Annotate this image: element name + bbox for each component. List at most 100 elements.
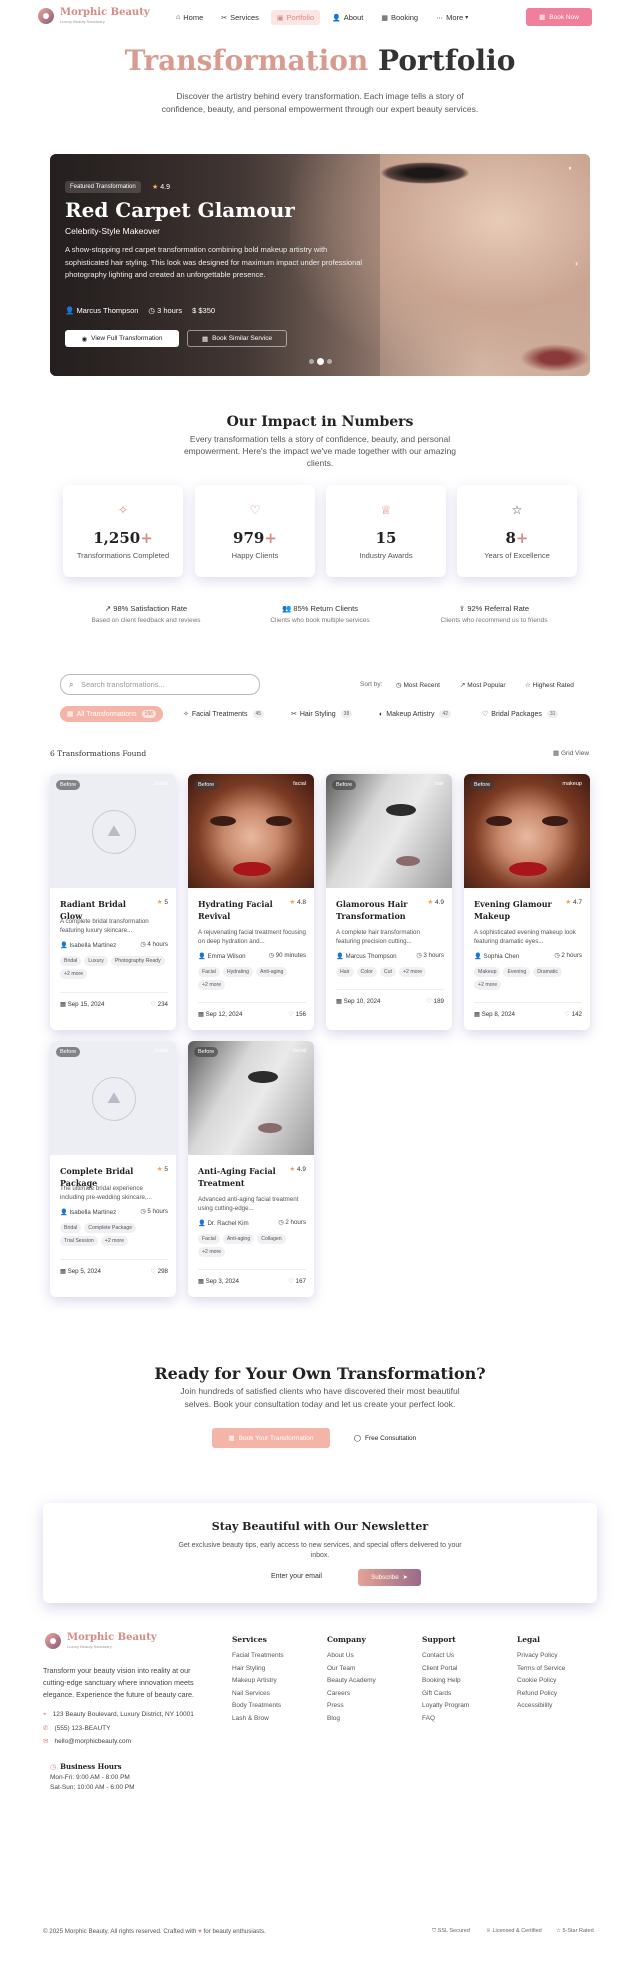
heart-icon[interactable]: ♡ [288, 1278, 294, 1285]
card-tags: Makeup Evening Dramatic +2 more [474, 967, 584, 990]
page-subtitle: Discover the artistry behind every trans… [161, 91, 479, 114]
card-rating: ★ 4.8 [289, 898, 306, 906]
footer-link[interactable]: Accessibility [517, 1702, 565, 1709]
before-badge[interactable]: Before [56, 1047, 81, 1057]
pause-icon[interactable]: ⏸ [564, 166, 576, 178]
portfolio-card[interactable]: Before facial Anti-Aging Facial Treatmen… [188, 1041, 314, 1297]
view-full-button[interactable]: ◉ View Full Transformation [65, 330, 179, 347]
filter-all[interactable]: ▦ All Transformations 156 [60, 706, 163, 722]
footer-link[interactable]: Booking Help [422, 1677, 469, 1684]
footer-link[interactable]: Press [327, 1702, 376, 1709]
before-badge[interactable]: Before [332, 780, 357, 790]
sort-most-recent[interactable]: ◷ Most Recent [396, 681, 440, 689]
filter-hair[interactable]: ✂ Hair Styling 38 [284, 706, 359, 722]
before-badge[interactable]: Before [470, 780, 495, 790]
card-image: ⛰ [50, 774, 176, 888]
consultation-label: Free Consultation [364, 1434, 417, 1442]
filter-facial[interactable]: ✧ Facial Treatments 45 [176, 706, 271, 722]
before-badge[interactable]: Before [194, 780, 219, 790]
footer-link[interactable]: Our Team [327, 1665, 376, 1672]
nav-about[interactable]: 👤 About [326, 10, 369, 25]
carousel-dot[interactable] [309, 359, 314, 364]
heart-icon[interactable]: ♡ [150, 1001, 156, 1008]
footer-link[interactable]: Refund Policy [517, 1690, 565, 1697]
filter-bridal[interactable]: ♡ Bridal Packages 31 [475, 706, 565, 722]
footer-link[interactable]: Terms of Service [517, 1665, 565, 1672]
search-input[interactable]: ⌕ Search transformations... [60, 674, 260, 695]
chip-count: 38 [340, 710, 353, 718]
before-badge[interactable]: Before [56, 780, 81, 790]
heart-icon[interactable]: ♡ [564, 1011, 570, 1018]
sort-highest-rated[interactable]: ☆ Highest Rated [525, 681, 574, 689]
impact-title: Our Impact in Numbers [226, 414, 414, 430]
footer-col-legal: Legal Privacy Policy Terms of Service Co… [517, 1635, 565, 1715]
stat-label: Years of Excellence [484, 551, 550, 560]
subscribe-button[interactable]: Subscribe ➤ [358, 1569, 421, 1586]
portfolio-card[interactable]: Before hair Glamorous Hair Transformatio… [326, 774, 452, 1030]
nav-home[interactable]: ⌂ Home [170, 10, 209, 25]
footer-email[interactable]: ✉ hello@morphicbeauty.com [43, 1737, 131, 1745]
footer-link[interactable]: Body Treatments [232, 1702, 284, 1709]
footer-link[interactable]: Facial Treatments [232, 1652, 284, 1659]
duration-meta: ◷ 3 hours [148, 306, 182, 315]
footer-link[interactable]: Blog [327, 1715, 376, 1722]
free-consultation-button[interactable]: ◯ Free Consultation [340, 1428, 430, 1448]
nav-booking[interactable]: ▦ Booking [375, 10, 424, 25]
calendar-icon: ▦ [539, 14, 546, 21]
card-meta: 👤 Marcus Thompson ◷ 3 hours [336, 952, 444, 960]
nav-portfolio[interactable]: ▣ Portfolio [270, 10, 321, 25]
nav-services[interactable]: ✂ Services [215, 10, 265, 25]
tag: Hydrating [222, 967, 254, 977]
nav-more[interactable]: ⋯ More ▾ [430, 10, 474, 25]
footer-phone[interactable]: ✆ (555) 123-BEAUTY [43, 1724, 110, 1732]
footer-link[interactable]: Privacy Policy [517, 1652, 565, 1659]
portfolio-card[interactable]: ⛰ Before bridal Complete Bridal Package … [50, 1041, 176, 1297]
book-now-button[interactable]: ▦ Book Now [526, 8, 592, 26]
award-icon: ♕ [486, 1928, 491, 1934]
portfolio-card[interactable]: Before facial Hydrating Facial Revival ★… [188, 774, 314, 1030]
chevron-right-icon[interactable]: › [575, 258, 578, 268]
chip-count: 45 [252, 710, 265, 718]
footer-link[interactable]: Nail Services [232, 1690, 284, 1697]
portfolio-card[interactable]: ⛰ Before bridal Radiant Bridal Glow ★ 5 … [50, 774, 176, 1030]
star-icon: ★ [156, 1166, 163, 1173]
footer-link[interactable]: About Us [327, 1652, 376, 1659]
footer-link[interactable]: FAQ [422, 1715, 469, 1722]
heart-icon[interactable]: ♡ [426, 998, 432, 1005]
view-label: View Full Transformation [91, 335, 163, 342]
rating-value: 4.7 [572, 899, 582, 906]
footer-link[interactable]: Cookie Policy [517, 1677, 565, 1684]
image-placeholder-icon: ⛰ [92, 810, 136, 854]
footer-link[interactable]: Gift Cards [422, 1690, 469, 1697]
rate-return: 👥 85% Return Clients Clients who book mul… [240, 604, 400, 624]
carousel-dot[interactable] [327, 359, 332, 364]
sort-most-popular[interactable]: ↗ Most Popular [460, 681, 506, 689]
book-transformation-button[interactable]: ▦ Book Your Transformation [212, 1428, 330, 1448]
portfolio-card[interactable]: Before makeup Evening Glamour Makeup ★ 4… [464, 774, 590, 1030]
clock-icon: ◷ [278, 1219, 284, 1226]
footer-link[interactable]: Makeup Artistry [232, 1677, 284, 1684]
footer-link[interactable]: Contact Us [422, 1652, 469, 1659]
grid-view-toggle[interactable]: ▦ Grid View [553, 749, 589, 757]
footer-link[interactable]: Hair Styling [232, 1665, 284, 1672]
footer-link[interactable]: Loyalty Program [422, 1702, 469, 1709]
footer-link[interactable]: Beauty Academy [327, 1677, 376, 1684]
card-image-eye [486, 816, 512, 826]
heart-icon[interactable]: ♡ [288, 1011, 294, 1018]
brand-logo[interactable]: Morphic Beauty Luxury Beauty Sanctuary [38, 8, 150, 24]
newsletter-title: Stay Beautiful with Our Newsletter [211, 1520, 429, 1533]
book-similar-button[interactable]: ▦ Book Similar Service [187, 330, 287, 347]
footer-logo[interactable]: Morphic Beauty Luxury Beauty Sanctuary [45, 1633, 157, 1649]
footer-link[interactable]: Lash & Brow [232, 1715, 284, 1722]
footer-link[interactable]: Client Portal [422, 1665, 469, 1672]
duration: 90 minutes [275, 952, 306, 959]
carousel-dot-active[interactable] [317, 358, 324, 365]
stat-number: 8+ [457, 529, 577, 547]
heart-icon[interactable]: ♡ [150, 1268, 156, 1275]
filter-makeup[interactable]: ◐ Makeup Artistry 42 [372, 706, 458, 722]
card-image-eye [266, 816, 292, 826]
nav-links: ⌂ Home ✂ Services ▣ Portfolio 👤 About ▦ Booki… [170, 10, 480, 25]
calendar-icon: ▦ [60, 1268, 66, 1275]
before-badge[interactable]: Before [194, 1047, 219, 1057]
footer-link[interactable]: Careers [327, 1690, 376, 1697]
